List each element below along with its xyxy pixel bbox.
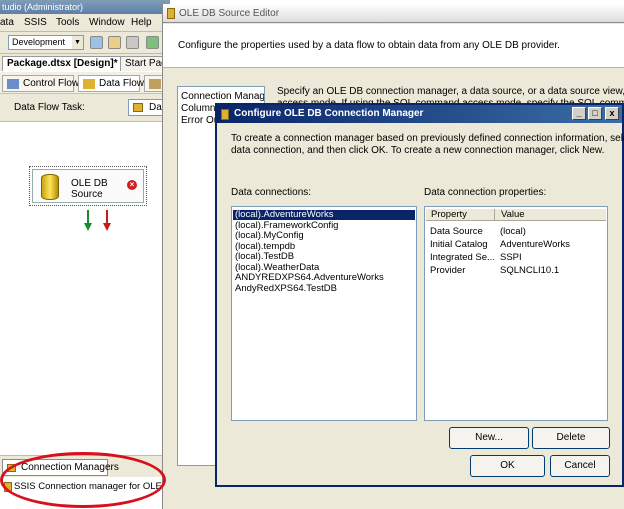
list-item[interactable]: (local).AdventureWorks: [233, 210, 415, 220]
data-connections-list[interactable]: (local).AdventureWorks (local).Framework…: [231, 206, 417, 421]
error-path-arrow[interactable]: [102, 210, 112, 232]
property-value: SQLNCLI10.1: [500, 265, 560, 276]
list-item[interactable]: (local).tempdb: [233, 241, 415, 252]
properties-icon[interactable]: [108, 36, 121, 49]
nav-connection-manager[interactable]: Connection Manager: [181, 91, 264, 102]
property-name: Provider: [430, 265, 466, 276]
property-value: SSPI: [500, 252, 522, 263]
tools-icon[interactable]: [126, 36, 139, 49]
vs-menu-bar: ata SSIS Tools Window Help: [0, 14, 170, 32]
menu-tools[interactable]: Tools: [56, 17, 79, 28]
cfg-description-line2: data connection, and then click OK. To c…: [231, 145, 605, 156]
tab-data-flow-label: Data Flow: [99, 78, 145, 89]
menu-help[interactable]: Help: [131, 17, 152, 28]
maximize-button[interactable]: □: [588, 107, 602, 120]
highlight-ellipse: [0, 452, 166, 508]
tab-data-flow[interactable]: Data Flow: [78, 75, 144, 92]
new-button[interactable]: New...: [449, 427, 529, 449]
list-item[interactable]: (local).MyConfig: [233, 231, 415, 241]
data-connections-label: Data connections:: [231, 187, 312, 198]
cfg-title: Configure OLE DB Connection Manager: [234, 108, 424, 119]
property-name: Integrated Se...: [430, 252, 495, 263]
close-button[interactable]: x: [605, 107, 619, 120]
vs-title-bar: tudio (Administrator): [0, 0, 170, 14]
ole-db-source-component[interactable]: OLE DB Source ×: [29, 166, 147, 206]
data-flow-task-value: Da: [149, 102, 162, 113]
data-flow-task-row: Data Flow Task: Da: [0, 94, 170, 122]
column-divider: [494, 209, 495, 221]
error-icon: ×: [127, 180, 137, 190]
property-name: Data Source: [430, 226, 483, 237]
ok-button[interactable]: OK: [470, 455, 545, 477]
minimize-button[interactable]: _: [572, 107, 586, 120]
data-flow-task-label: Data Flow Task:: [14, 102, 85, 113]
tab-control-flow[interactable]: Control Flow: [2, 75, 79, 92]
configure-connection-manager-dialog: Configure OLE DB Connection Manager _ □ …: [215, 103, 624, 487]
ole-db-source-label-line2: Source: [71, 189, 103, 200]
menu-ssis[interactable]: SSIS: [24, 17, 47, 28]
cancel-button[interactable]: Cancel: [550, 455, 610, 477]
ole-editor-header: Configure the properties used by a data …: [163, 24, 624, 68]
ole-db-source-body: OLE DB Source ×: [32, 169, 144, 203]
event-handlers-icon: [149, 79, 161, 89]
data-flow-icon: [83, 79, 95, 89]
data-connection-properties-label: Data connection properties:: [424, 187, 547, 198]
tab-control-flow-label: Control Flow: [23, 78, 80, 89]
list-item[interactable]: (local).TestDB: [233, 252, 415, 262]
data-flow-task-icon: [133, 103, 143, 112]
cfg-description-line1: To create a connection manager based on …: [231, 133, 624, 144]
property-name: Initial Catalog: [430, 239, 488, 250]
value-column-header: Value: [501, 209, 525, 220]
properties-grid-header: Property Value: [426, 209, 606, 221]
list-item[interactable]: (local).FrameworkConfig: [233, 220, 415, 231]
designer-tabs: Control Flow Data Flow: [0, 72, 170, 94]
database-icon: [41, 174, 59, 200]
ole-db-source-label: OLE DB Source: [71, 178, 108, 200]
cfg-dialog-icon: [221, 109, 229, 120]
ole-editor-title-bar: OLE DB Source Editor: [163, 4, 624, 23]
list-item[interactable]: (local).WeatherData: [233, 262, 415, 273]
menu-data[interactable]: ata: [0, 17, 14, 28]
data-connection-properties-grid: Property Value Data Source (local) Initi…: [424, 206, 608, 421]
cfg-title-bar: Configure OLE DB Connection Manager _ □ …: [217, 105, 622, 123]
find-icon[interactable]: [90, 36, 103, 49]
ole-db-source-label-line1: OLE DB: [71, 178, 108, 189]
ole-editor-description: Configure the properties used by a data …: [178, 40, 560, 51]
menu-window[interactable]: Window: [89, 17, 125, 28]
vs-toolbar: Development ▼: [0, 32, 170, 54]
property-value: (local): [500, 226, 526, 237]
list-item[interactable]: ANDYREDXPS64.AdventureWorks: [233, 273, 415, 283]
delete-button[interactable]: Delete: [532, 427, 610, 449]
solution-configuration-value: Development: [12, 37, 66, 47]
chevron-down-icon: ▼: [72, 36, 83, 49]
solution-configuration-combo[interactable]: Development ▼: [8, 35, 84, 50]
tab-package-design[interactable]: Package.dtsx [Design]*: [2, 56, 123, 71]
cfg-description: To create a connection manager based on …: [231, 133, 624, 157]
ole-editor-title: OLE DB Source Editor: [179, 8, 280, 19]
property-value: AdventureWorks: [500, 239, 571, 250]
property-column-header: Property: [431, 209, 467, 220]
list-item[interactable]: AndyRedXPS64.TestDB: [233, 283, 415, 294]
ole-editor-icon: [167, 8, 175, 19]
nav-error-output[interactable]: Error Ou: [181, 115, 219, 126]
control-flow-icon: [7, 79, 19, 89]
success-path-arrow[interactable]: [83, 210, 93, 232]
ole-editor-instructions-line1: Specify an OLE DB connection manager, a …: [277, 86, 624, 97]
document-tabs: Package.dtsx [Design]* Start Pag: [0, 54, 172, 71]
toolbox-icon[interactable]: [146, 36, 159, 49]
